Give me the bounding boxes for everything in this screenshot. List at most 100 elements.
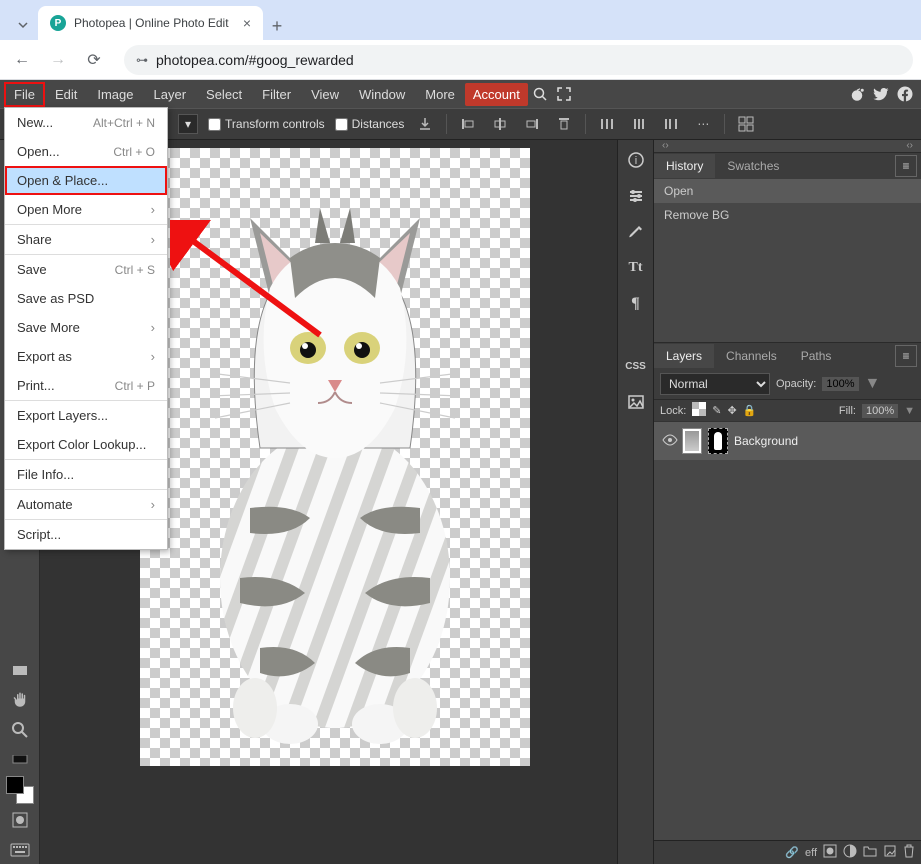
layer-mask-thumbnail[interactable] — [708, 428, 728, 454]
history-item[interactable]: Open — [654, 179, 921, 203]
layers-footer: 🔗 eff — [654, 840, 921, 864]
reload-button[interactable]: ⟳ — [80, 46, 108, 74]
lock-transparency-icon[interactable] — [692, 402, 706, 419]
swatches-tab[interactable]: Swatches — [715, 154, 791, 178]
new-tab-button[interactable]: + — [263, 12, 291, 40]
auto-select-dropdown[interactable]: ▾ — [178, 114, 198, 134]
align-top-icon[interactable] — [553, 113, 575, 135]
file-automate[interactable]: Automate› — [5, 490, 167, 519]
tab-list-button[interactable] — [8, 10, 38, 40]
file-new[interactable]: New...Alt+Ctrl + N — [5, 108, 167, 137]
layer-thumbnail[interactable] — [682, 428, 702, 454]
menu-edit[interactable]: Edit — [45, 82, 87, 107]
menu-select[interactable]: Select — [196, 82, 252, 107]
history-item[interactable]: Remove BG — [654, 203, 921, 227]
canvas[interactable] — [140, 148, 530, 766]
fill-dropdown-icon[interactable]: ▼ — [904, 405, 915, 417]
opacity-dropdown-icon[interactable]: ▼ — [865, 375, 881, 393]
lock-move-icon[interactable]: ✥ — [728, 404, 737, 417]
layer-effects-icon[interactable]: eff — [805, 847, 817, 859]
address-bar[interactable]: ⊶ photopea.com/#goog_rewarded — [124, 45, 913, 75]
paths-tab[interactable]: Paths — [789, 344, 844, 368]
browser-tab[interactable]: P Photopea | Online Photo Edit × — [38, 6, 263, 40]
menu-filter[interactable]: Filter — [252, 82, 301, 107]
menu-view[interactable]: View — [301, 82, 349, 107]
align-right-icon[interactable] — [521, 113, 543, 135]
character-panel-icon[interactable]: Tt — [622, 254, 650, 282]
close-tab-icon[interactable]: × — [243, 15, 251, 31]
menu-account[interactable]: Account — [465, 83, 528, 106]
distribute-left-icon[interactable] — [596, 113, 618, 135]
history-panel-menu-icon[interactable]: ≡ — [895, 155, 917, 177]
file-export-color-lookup[interactable]: Export Color Lookup... — [5, 430, 167, 459]
more-align-icon[interactable]: ⋯ — [692, 113, 714, 135]
file-save-more[interactable]: Save More› — [5, 313, 167, 342]
site-info-icon[interactable]: ⊶ — [136, 53, 148, 67]
css-panel-icon[interactable]: CSS — [622, 352, 650, 380]
reddit-icon[interactable] — [845, 82, 869, 106]
menu-more[interactable]: More — [415, 82, 465, 107]
twitter-icon[interactable] — [869, 82, 893, 106]
keyboard-icon[interactable] — [6, 836, 34, 864]
facebook-icon[interactable] — [893, 82, 917, 106]
channels-tab[interactable]: Channels — [714, 344, 789, 368]
menu-window[interactable]: Window — [349, 82, 415, 107]
file-open-and-place[interactable]: Open & Place... — [5, 166, 167, 195]
adjustment-layer-icon[interactable] — [843, 844, 857, 861]
transform-controls-label: Transform controls — [225, 117, 325, 131]
distribute-center-icon[interactable] — [628, 113, 650, 135]
file-print[interactable]: Print...Ctrl + P — [5, 371, 167, 400]
image-panel-icon[interactable] — [622, 388, 650, 416]
history-tab[interactable]: History — [654, 154, 715, 178]
zoom-tool-icon[interactable] — [6, 716, 34, 744]
file-save[interactable]: SaveCtrl + S — [5, 255, 167, 284]
file-info[interactable]: File Info... — [5, 460, 167, 489]
delete-layer-icon[interactable] — [903, 844, 915, 861]
properties-panel-icon[interactable] — [622, 182, 650, 210]
fullscreen-icon[interactable] — [552, 82, 576, 106]
back-button[interactable]: ← — [8, 46, 36, 74]
forward-button[interactable]: → — [44, 46, 72, 74]
lock-brush-icon[interactable]: ✎ — [712, 404, 721, 417]
align-left-icon[interactable] — [457, 113, 479, 135]
link-layers-icon[interactable]: 🔗 — [785, 846, 799, 859]
layer-folder-icon[interactable] — [863, 845, 877, 860]
layer-row[interactable]: Background — [654, 421, 921, 460]
file-open[interactable]: Open...Ctrl + O — [5, 137, 167, 166]
color-swatches[interactable] — [6, 776, 34, 804]
file-save-psd[interactable]: Save as PSD — [5, 284, 167, 313]
paragraph-panel-icon[interactable]: ¶ — [622, 290, 650, 318]
opacity-value[interactable]: 100% — [822, 377, 858, 391]
layers-panel-menu-icon[interactable]: ≡ — [895, 345, 917, 367]
file-export-layers[interactable]: Export Layers... — [5, 401, 167, 430]
fill-value[interactable]: 100% — [862, 404, 898, 418]
distances-checkbox[interactable]: Distances — [335, 117, 405, 131]
color-picker-icon[interactable] — [6, 746, 34, 774]
layer-visibility-icon[interactable] — [662, 434, 676, 448]
layer-name[interactable]: Background — [734, 434, 798, 448]
menu-file[interactable]: File — [4, 82, 45, 107]
grid-icon[interactable] — [735, 113, 757, 135]
photopea-favicon: P — [50, 15, 66, 31]
blend-mode-select[interactable]: Normal — [660, 373, 770, 395]
new-layer-icon[interactable] — [883, 844, 897, 861]
file-open-more[interactable]: Open More› — [5, 195, 167, 224]
file-share[interactable]: Share› — [5, 225, 167, 254]
menu-layer[interactable]: Layer — [144, 82, 197, 107]
info-panel-icon[interactable]: i — [622, 146, 650, 174]
download-icon[interactable] — [414, 113, 436, 135]
layer-mask-add-icon[interactable] — [823, 844, 837, 861]
brush-panel-icon[interactable] — [622, 218, 650, 246]
hand-tool-icon[interactable] — [6, 686, 34, 714]
menu-image[interactable]: Image — [87, 82, 143, 107]
quickmask-icon[interactable] — [6, 806, 34, 834]
distribute-right-icon[interactable] — [660, 113, 682, 135]
file-export-as[interactable]: Export as› — [5, 342, 167, 371]
search-icon[interactable] — [528, 82, 552, 106]
transform-controls-checkbox[interactable]: Transform controls — [208, 117, 325, 131]
lock-all-icon[interactable]: 🔒 — [743, 404, 757, 417]
layers-tab[interactable]: Layers — [654, 344, 714, 368]
align-center-h-icon[interactable] — [489, 113, 511, 135]
rectangle-tool-icon[interactable] — [6, 656, 34, 684]
file-script[interactable]: Script... — [5, 520, 167, 549]
